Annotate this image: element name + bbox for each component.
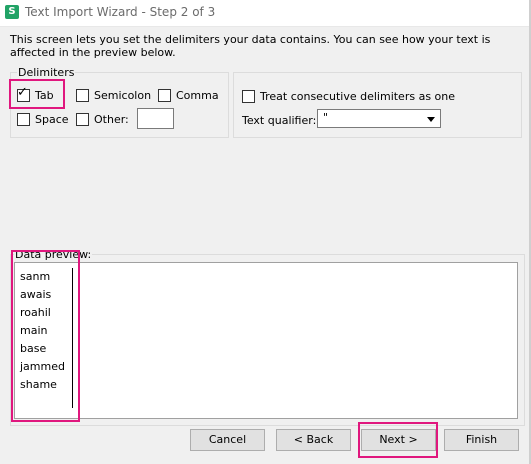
tab-label[interactable]: Tab <box>35 89 54 102</box>
preview-cell: sanm <box>20 270 51 283</box>
preview-cell: shame <box>20 378 57 391</box>
back-button[interactable]: < Back <box>276 429 351 451</box>
checkmark-icon: ✓ <box>17 85 28 100</box>
options-group <box>233 72 522 138</box>
preview-column-1[interactable]: sanm awais roahil main base jammed shame <box>20 268 73 408</box>
spreadsheet-app-icon: S <box>5 5 19 19</box>
preview-cell: roahil <box>20 306 51 319</box>
space-label[interactable]: Space <box>35 113 69 126</box>
semicolon-label[interactable]: Semicolon <box>94 89 151 102</box>
title-bar: S Text Import Wizard - Step 2 of 3 <box>0 0 531 27</box>
cancel-button[interactable]: Cancel <box>190 429 265 451</box>
finish-button[interactable]: Finish <box>444 429 519 451</box>
data-preview-pane[interactable]: sanm awais roahil main base jammed shame <box>14 262 518 419</box>
treat-consecutive-label[interactable]: Treat consecutive delimiters as one <box>260 90 455 103</box>
data-preview-label: Data preview: <box>14 248 93 261</box>
comma-label[interactable]: Comma <box>176 89 219 102</box>
delimiters-group <box>10 72 229 138</box>
preview-cell: awais <box>20 288 52 301</box>
treat-consecutive-checkbox[interactable] <box>242 90 255 103</box>
space-checkbox[interactable] <box>17 113 30 126</box>
preview-cell: base <box>20 342 47 355</box>
text-qualifier-select[interactable]: " <box>317 109 441 128</box>
text-qualifier-label: Text qualifier: <box>242 114 317 127</box>
other-delimiter-input[interactable] <box>137 108 174 129</box>
chevron-down-icon <box>427 117 435 122</box>
preview-cell: main <box>20 324 48 337</box>
comma-checkbox[interactable] <box>158 89 171 102</box>
preview-cell: jammed <box>20 360 65 373</box>
text-qualifier-value: " <box>323 111 329 124</box>
intro-text: This screen lets you set the delimiters … <box>10 33 491 59</box>
tab-checkbox[interactable]: ✓ <box>17 85 30 102</box>
other-label[interactable]: Other: <box>94 113 129 126</box>
window-title: Text Import Wizard - Step 2 of 3 <box>25 5 216 19</box>
other-checkbox[interactable] <box>76 113 89 126</box>
delimiters-group-label: Delimiters <box>17 66 76 79</box>
next-button[interactable]: Next > <box>361 429 436 451</box>
semicolon-checkbox[interactable] <box>76 89 89 102</box>
